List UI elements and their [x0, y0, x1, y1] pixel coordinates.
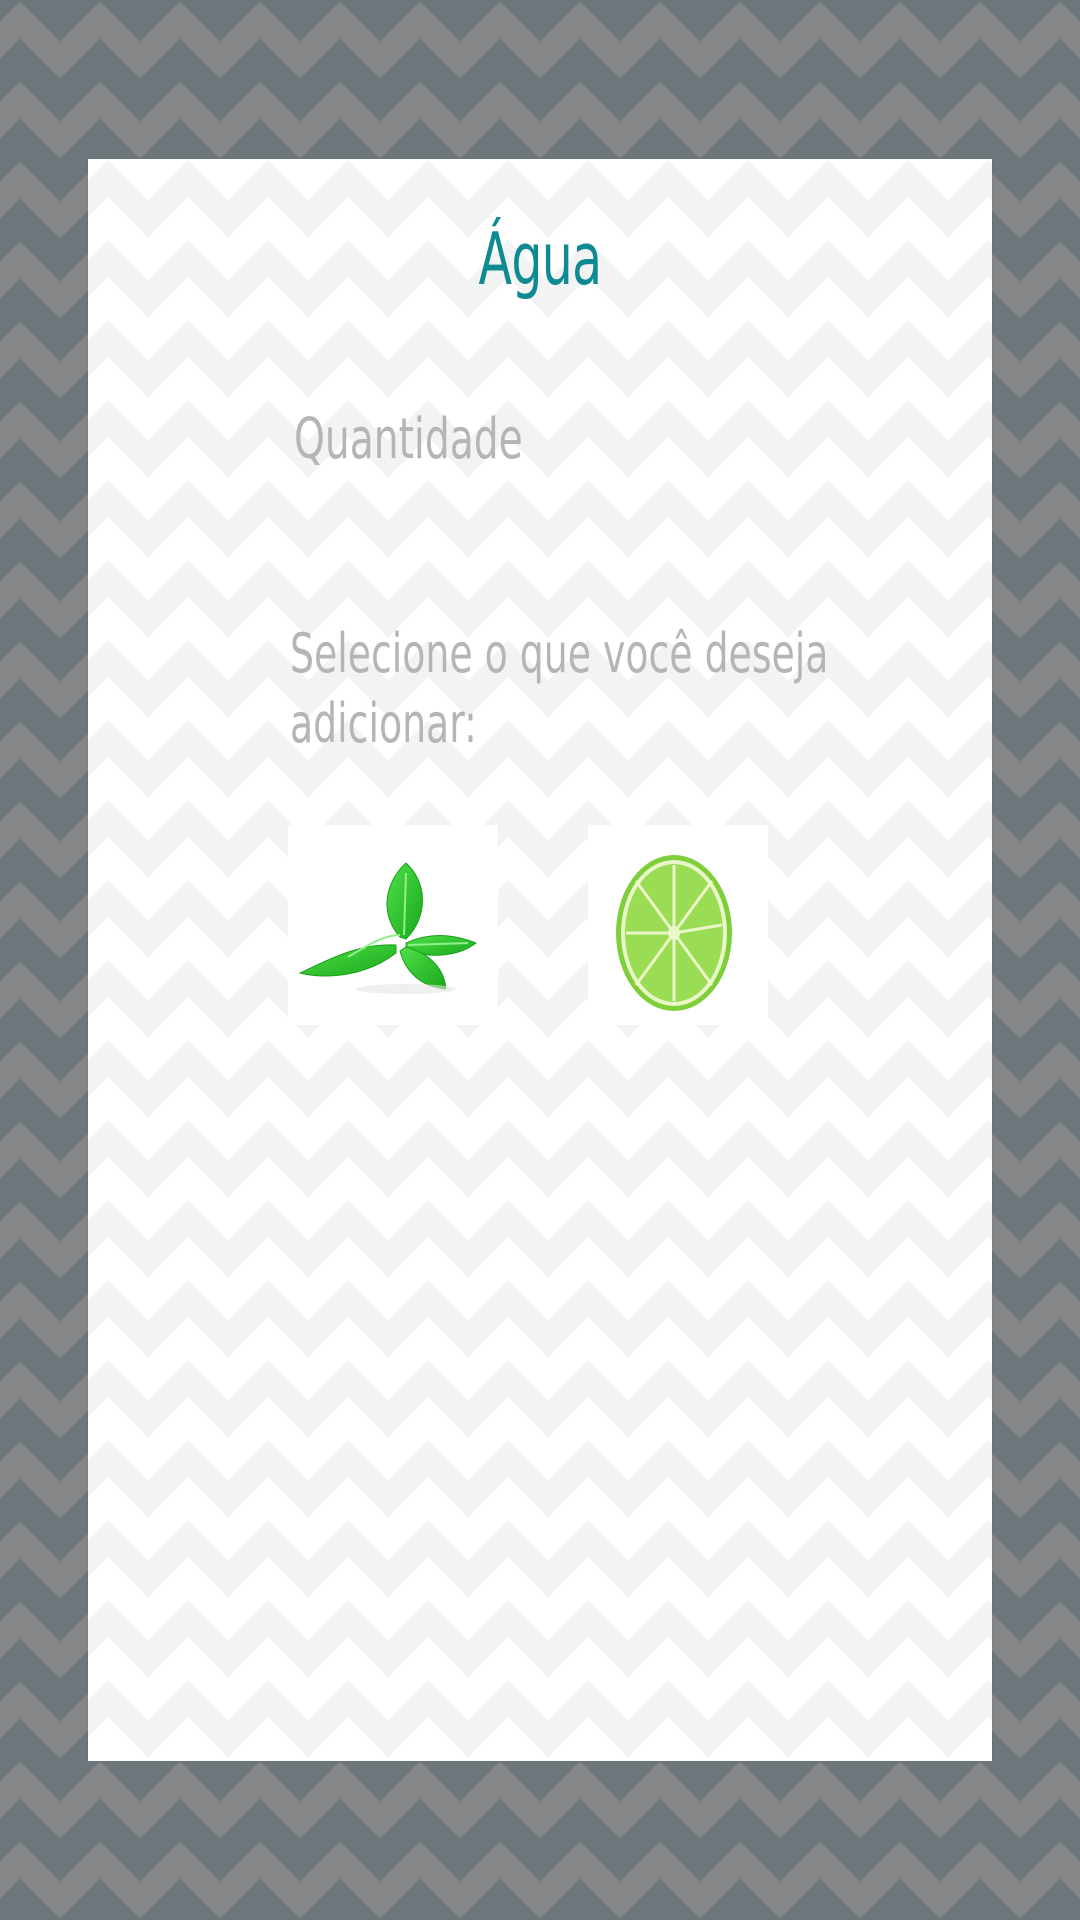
lime-slice-icon	[616, 855, 732, 1011]
option-lime[interactable]	[588, 825, 768, 1025]
select-addons-label-line1: Selecione o que você deseja	[290, 622, 829, 685]
card-chevron-background	[88, 159, 992, 1761]
drink-card: Água Quantidade Selecione o que você des…	[88, 159, 992, 1761]
page-title: Água	[478, 217, 603, 301]
select-addons-label-line2: adicionar:	[290, 692, 477, 755]
select-addons-label: Selecione o que você deseja adicionar:	[290, 619, 828, 759]
option-mint[interactable]	[288, 825, 498, 1025]
screen: { "page": { "title": "Água", "quantity_l…	[0, 0, 1080, 1920]
mint-leaf-icon	[298, 862, 478, 994]
quantity-label: Quantidade	[294, 407, 523, 472]
